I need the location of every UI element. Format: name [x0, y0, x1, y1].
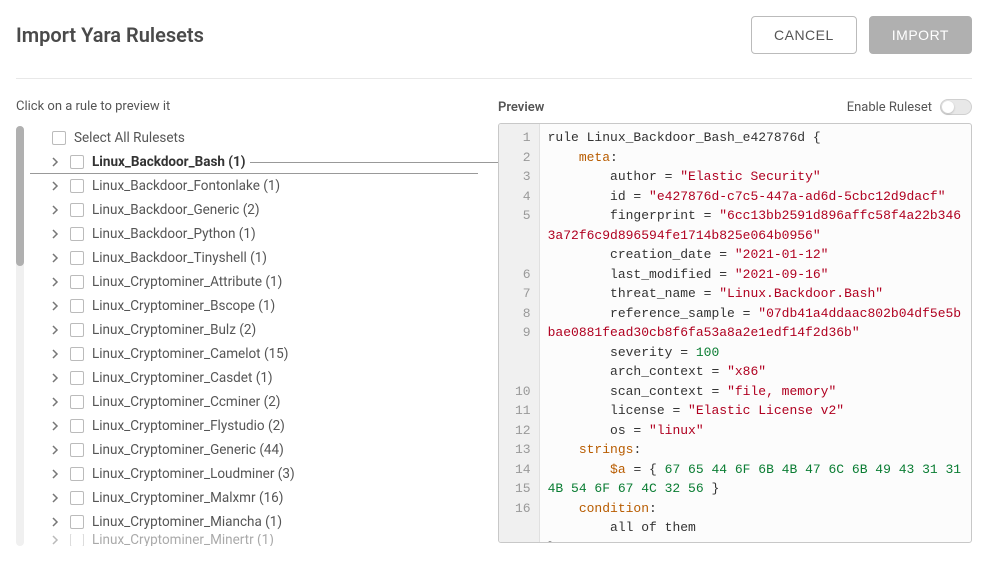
rule-label: Linux_Cryptominer_Flystudio (2): [92, 418, 285, 434]
cancel-button[interactable]: CANCEL: [751, 16, 857, 54]
rule-checkbox[interactable]: [70, 275, 84, 289]
chevron-right-icon[interactable]: [48, 299, 62, 313]
rule-label: Linux_Backdoor_Tinyshell (1): [92, 250, 267, 266]
rule-row[interactable]: Linux_Cryptominer_Bulz (2): [30, 318, 478, 342]
rule-row[interactable]: Linux_Cryptominer_Malxmr (16): [30, 486, 478, 510]
code-preview: 12345678910111213141516171819 rule Linux…: [498, 123, 972, 543]
rule-label: Linux_Cryptominer_Malxmr (16): [92, 490, 283, 506]
rule-label: Linux_Cryptominer_Casdet (1): [92, 370, 273, 386]
rule-label: Linux_Cryptominer_Loudminer (3): [92, 466, 295, 482]
rule-checkbox[interactable]: [70, 299, 84, 313]
rule-row[interactable]: Linux_Cryptominer_Minertr (1): [30, 534, 478, 546]
rule-row[interactable]: Linux_Cryptominer_Ccminer (2): [30, 390, 478, 414]
chevron-right-icon[interactable]: [48, 371, 62, 385]
rule-checkbox[interactable]: [70, 203, 84, 217]
rule-checkbox[interactable]: [70, 179, 84, 193]
chevron-right-icon[interactable]: [48, 419, 62, 433]
connector-line: [250, 162, 498, 163]
rule-row[interactable]: Linux_Backdoor_Fontonlake (1): [30, 174, 478, 198]
chevron-right-icon[interactable]: [48, 467, 62, 481]
rule-row[interactable]: Linux_Cryptominer_Flystudio (2): [30, 414, 478, 438]
rule-label: Linux_Backdoor_Fontonlake (1): [92, 178, 280, 194]
rule-row[interactable]: Linux_Backdoor_Generic (2): [30, 198, 478, 222]
chevron-right-icon[interactable]: [48, 347, 62, 361]
chevron-right-icon[interactable]: [48, 443, 62, 457]
chevron-right-icon[interactable]: [48, 227, 62, 241]
hint-text: Click on a rule to preview it: [16, 99, 478, 114]
chevron-right-icon[interactable]: [48, 155, 62, 169]
rule-label: Linux_Cryptominer_Minertr (1): [92, 534, 274, 546]
rule-row[interactable]: Linux_Cryptominer_Bscope (1): [30, 294, 478, 318]
rule-row[interactable]: Linux_Cryptominer_Casdet (1): [30, 366, 478, 390]
rule-list: Select All Rulesets Linux_Backdoor_Bash …: [30, 126, 478, 546]
rule-row[interactable]: Linux_Cryptominer_Miancha (1): [30, 510, 478, 534]
rule-label: Linux_Backdoor_Generic (2): [92, 202, 260, 218]
rule-checkbox[interactable]: [70, 347, 84, 361]
chevron-right-icon[interactable]: [48, 251, 62, 265]
import-button[interactable]: IMPORT: [869, 16, 972, 54]
chevron-right-icon[interactable]: [48, 491, 62, 505]
chevron-right-icon[interactable]: [48, 179, 62, 193]
chevron-right-icon[interactable]: [48, 534, 62, 546]
enable-ruleset-toggle[interactable]: [940, 99, 972, 115]
rule-row[interactable]: Linux_Cryptominer_Camelot (15): [30, 342, 478, 366]
chevron-right-icon[interactable]: [48, 323, 62, 337]
rule-label: Linux_Cryptominer_Generic (44): [92, 442, 284, 458]
rule-label: Linux_Cryptominer_Bscope (1): [92, 298, 275, 314]
rule-row[interactable]: Linux_Backdoor_Python (1): [30, 222, 478, 246]
select-all-label: Select All Rulesets: [74, 130, 185, 146]
preview-label: Preview: [498, 100, 544, 115]
rule-checkbox[interactable]: [70, 419, 84, 433]
rule-row[interactable]: Linux_Backdoor_Tinyshell (1): [30, 246, 478, 270]
rule-checkbox[interactable]: [70, 491, 84, 505]
rule-checkbox[interactable]: [70, 443, 84, 457]
chevron-right-icon[interactable]: [48, 275, 62, 289]
page-title: Import Yara Rulesets: [16, 23, 204, 47]
enable-ruleset-label: Enable Ruleset: [847, 100, 932, 115]
rule-label: Linux_Cryptominer_Bulz (2): [92, 322, 256, 338]
rule-label: Linux_Backdoor_Python (1): [92, 226, 256, 242]
rule-checkbox[interactable]: [70, 467, 84, 481]
scrollbar-track[interactable]: [16, 126, 24, 546]
rule-checkbox[interactable]: [70, 155, 84, 169]
rule-checkbox[interactable]: [70, 395, 84, 409]
rule-label: Linux_Cryptominer_Camelot (15): [92, 346, 288, 362]
chevron-right-icon[interactable]: [48, 203, 62, 217]
rule-checkbox[interactable]: [70, 251, 84, 265]
chevron-right-icon[interactable]: [48, 395, 62, 409]
select-all-checkbox[interactable]: [52, 131, 66, 145]
chevron-right-icon[interactable]: [48, 515, 62, 529]
rule-row[interactable]: Linux_Cryptominer_Loudminer (3): [30, 462, 478, 486]
rule-label: Linux_Cryptominer_Attribute (1): [92, 274, 282, 290]
select-all-row[interactable]: Select All Rulesets: [30, 126, 478, 150]
rule-label: Linux_Cryptominer_Ccminer (2): [92, 394, 281, 410]
rule-checkbox[interactable]: [70, 371, 84, 385]
scrollbar-thumb[interactable]: [16, 126, 24, 266]
rule-row[interactable]: Linux_Cryptominer_Generic (44): [30, 438, 478, 462]
rule-checkbox[interactable]: [70, 534, 84, 546]
rule-checkbox[interactable]: [70, 515, 84, 529]
rule-row[interactable]: Linux_Cryptominer_Attribute (1): [30, 270, 478, 294]
rule-label: Linux_Cryptominer_Miancha (1): [92, 514, 282, 530]
rule-label: Linux_Backdoor_Bash (1): [92, 154, 246, 170]
rule-checkbox[interactable]: [70, 227, 84, 241]
rule-checkbox[interactable]: [70, 323, 84, 337]
